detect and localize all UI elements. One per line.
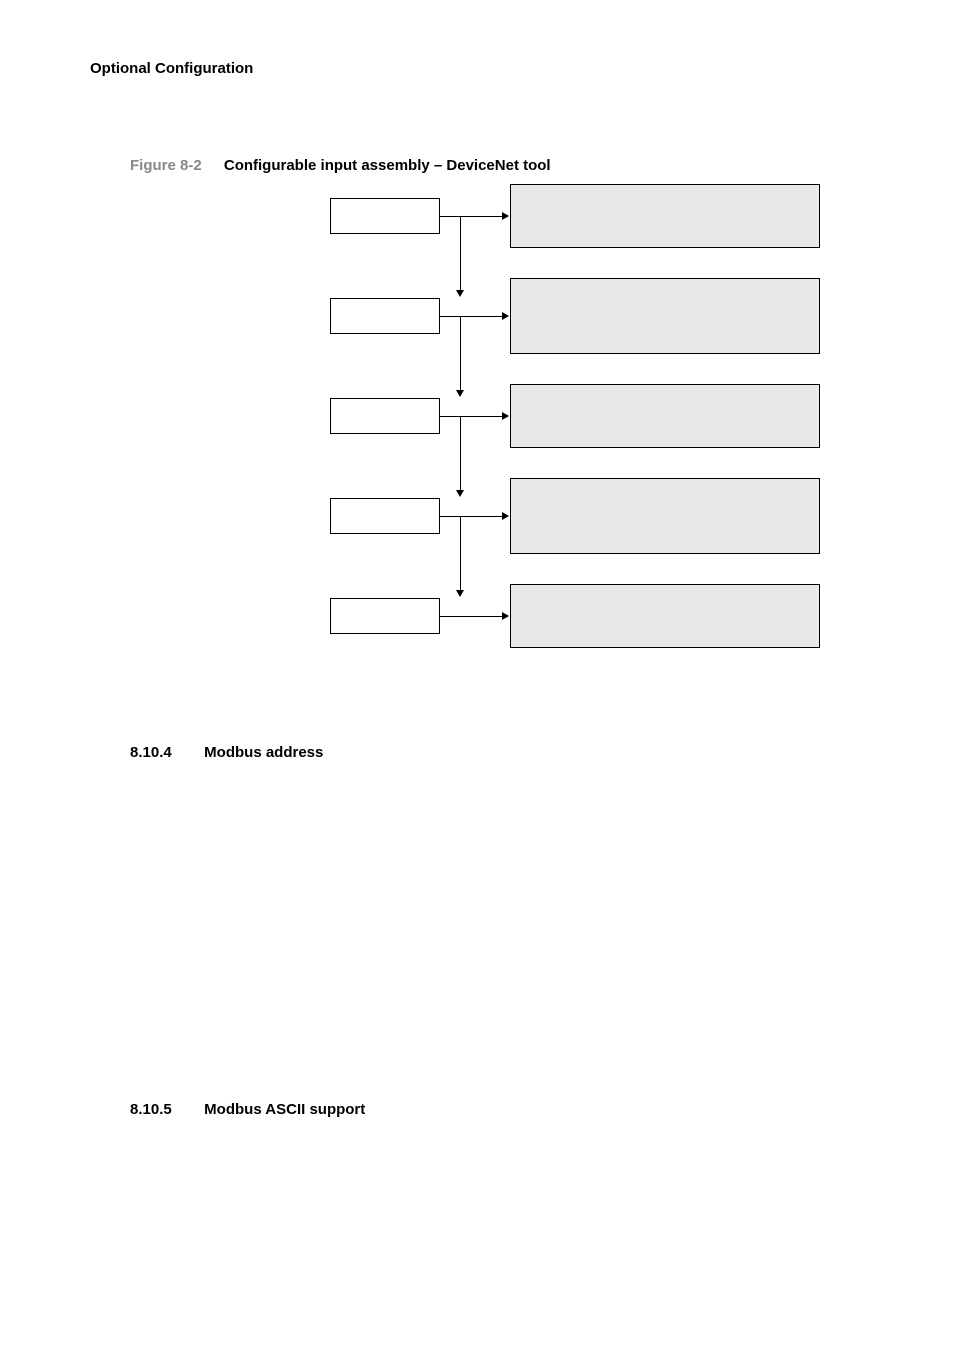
slot-box-3 [330, 398, 440, 434]
figure-caption: Figure 8-2 Configurable input assembly –… [130, 157, 884, 174]
section-heading-2: Modbus ASCII support [204, 1101, 365, 1118]
data-box-3 [510, 384, 820, 448]
slot-box-4 [330, 498, 440, 534]
spacer [90, 791, 884, 1071]
slot-box-1 [330, 198, 440, 234]
data-box-4 [510, 478, 820, 554]
page-header: Optional Configuration [90, 60, 884, 77]
section-heading-1: Modbus address [204, 744, 323, 761]
data-box-5 [510, 584, 820, 648]
data-box-2 [510, 278, 820, 354]
data-box-1 [510, 184, 820, 248]
section-8-10-4: 8.10.4 Modbus address [130, 744, 864, 761]
figure-number: Figure 8-2 [130, 157, 202, 174]
section-title-2: 8.10.5 Modbus ASCII support [130, 1101, 864, 1118]
figure-title: Configurable input assembly – DeviceNet … [224, 157, 551, 174]
page: Optional Configuration Figure 8-2 Config… [0, 0, 954, 1208]
flow-diagram [230, 184, 850, 704]
section-8-10-5: 8.10.5 Modbus ASCII support [130, 1101, 864, 1118]
slot-box-5 [330, 598, 440, 634]
section-number-1: 8.10.4 [130, 744, 200, 761]
section-number-2: 8.10.5 [130, 1101, 200, 1118]
slot-box-2 [330, 298, 440, 334]
section-title-1: 8.10.4 Modbus address [130, 744, 864, 761]
